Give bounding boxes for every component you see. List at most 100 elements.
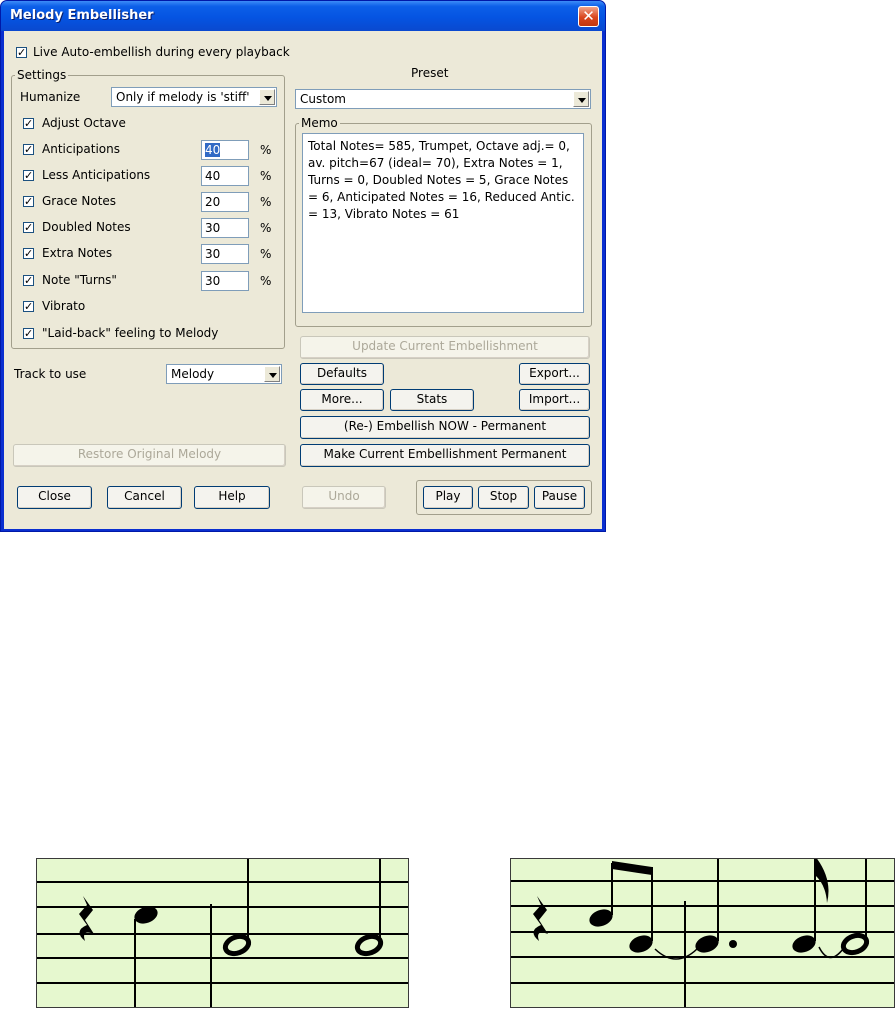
- reembellish-now-button[interactable]: (Re-) Embellish NOW - Permanent: [300, 416, 590, 439]
- settings-group-title: Settings: [15, 68, 69, 82]
- check-icon: ✓: [24, 274, 34, 287]
- live-auto-embellish-checkbox[interactable]: ✓: [16, 47, 27, 58]
- anticipations-unit: %: [260, 143, 272, 157]
- anticipations-input[interactable]: 40: [201, 140, 249, 160]
- extra-notes-unit: %: [260, 247, 272, 261]
- eighth-note-icon: [629, 935, 653, 953]
- stop-button[interactable]: Stop: [478, 486, 529, 509]
- make-permanent-button[interactable]: Make Current Embellishment Permanent: [300, 444, 590, 467]
- embellished-staff-notation: [511, 856, 894, 1007]
- anticipations-checkbox[interactable]: ✓: [23, 144, 34, 155]
- dialog-client-area: ✓ Live Auto-embellish during every playb…: [4, 31, 602, 529]
- doubled-notes-unit: %: [260, 221, 272, 235]
- pause-button[interactable]: Pause: [534, 486, 585, 509]
- check-icon: ✓: [24, 143, 34, 156]
- live-auto-embellish-label: Live Auto-embellish during every playbac…: [33, 45, 290, 59]
- grace-notes-checkbox[interactable]: ✓: [23, 196, 34, 207]
- grace-notes-input[interactable]: 20: [201, 192, 249, 212]
- grace-notes-label: Grace Notes: [42, 194, 117, 208]
- original-staff-notation: [37, 856, 408, 1007]
- laid-back-checkbox[interactable]: ✓: [23, 328, 34, 339]
- note-turns-label: Note "Turns": [42, 273, 117, 287]
- less-anticipations-input[interactable]: 40: [201, 166, 249, 186]
- check-icon: ✓: [24, 327, 34, 340]
- dotted-quarter-note-icon: [695, 935, 719, 953]
- check-icon: ✓: [24, 195, 34, 208]
- restore-original-melody-button[interactable]: Restore Original Melody: [13, 444, 286, 467]
- doubled-notes-value: 30: [205, 221, 221, 235]
- note-turns-unit: %: [260, 274, 272, 288]
- defaults-button[interactable]: Defaults: [300, 363, 384, 385]
- note-turns-input[interactable]: 30: [201, 271, 249, 291]
- track-to-use-dropdown[interactable]: Melody: [166, 364, 282, 384]
- chevron-down-icon[interactable]: [259, 89, 275, 105]
- help-button[interactable]: Help: [194, 486, 270, 509]
- stats-button[interactable]: Stats: [390, 389, 474, 411]
- check-icon: ✓: [17, 46, 27, 59]
- chevron-down-icon[interactable]: [573, 91, 589, 107]
- undo-button[interactable]: Undo: [302, 486, 386, 509]
- memo-group-title: Memo: [299, 116, 340, 130]
- embellished-melody-staff: [510, 856, 895, 1008]
- grace-notes-unit: %: [260, 195, 272, 209]
- more-button[interactable]: More...: [300, 389, 384, 411]
- extra-notes-input[interactable]: 30: [201, 244, 249, 264]
- less-anticipations-value: 40: [205, 169, 221, 183]
- humanize-label: Humanize: [20, 90, 81, 104]
- chevron-down-icon[interactable]: [264, 366, 280, 382]
- tie: [818, 946, 844, 959]
- cancel-button[interactable]: Cancel: [107, 486, 182, 509]
- original-melody-staff: [36, 856, 409, 1008]
- eighth-note-icon: [792, 935, 816, 953]
- preset-label: Preset: [411, 66, 449, 80]
- update-embellishment-button[interactable]: Update Current Embellishment: [300, 336, 590, 359]
- play-button[interactable]: Play: [423, 486, 473, 509]
- adjust-octave-label: Adjust Octave: [42, 116, 126, 130]
- memo-text-area[interactable]: Total Notes= 585, Trumpet, Octave adj.= …: [302, 133, 584, 313]
- memo-text: Total Notes= 585, Trumpet, Octave adj.= …: [308, 139, 575, 221]
- check-icon: ✓: [24, 117, 34, 130]
- track-to-use-label: Track to use: [14, 367, 87, 381]
- melody-embellisher-window: Melody Embellisher ✕ ✓ Live Auto-embelli…: [0, 0, 606, 532]
- preset-dropdown[interactable]: Custom: [295, 89, 591, 109]
- anticipations-value: 40: [205, 143, 221, 157]
- check-icon: ✓: [24, 300, 34, 313]
- half-note-icon: [354, 933, 384, 957]
- preset-value: Custom: [300, 92, 346, 106]
- note-turns-value: 30: [205, 274, 221, 288]
- extra-notes-label: Extra Notes: [42, 246, 113, 260]
- track-value: Melody: [171, 367, 215, 381]
- eighth-note-icon: [589, 909, 613, 927]
- window-title: Melody Embellisher: [10, 8, 154, 23]
- doubled-notes-label: Doubled Notes: [42, 220, 131, 234]
- title-bar[interactable]: Melody Embellisher ✕: [1, 1, 605, 31]
- beam: [612, 861, 652, 875]
- humanize-dropdown[interactable]: Only if melody is 'stiff': [111, 87, 277, 107]
- doubled-notes-input[interactable]: 30: [201, 218, 249, 238]
- half-note-icon: [840, 932, 870, 956]
- less-anticipations-unit: %: [260, 169, 272, 183]
- adjust-octave-checkbox[interactable]: ✓: [23, 118, 34, 129]
- anticipations-label: Anticipations: [42, 142, 120, 156]
- extra-notes-value: 30: [205, 247, 221, 261]
- grace-notes-value: 20: [205, 195, 221, 209]
- laid-back-label: "Laid-back" feeling to Melody: [42, 326, 219, 340]
- doubled-notes-checkbox[interactable]: ✓: [23, 222, 34, 233]
- vibrato-checkbox[interactable]: ✓: [23, 301, 34, 312]
- check-icon: ✓: [24, 169, 34, 182]
- import-button[interactable]: Import...: [519, 389, 590, 411]
- less-anticipations-checkbox[interactable]: ✓: [23, 170, 34, 181]
- close-button[interactable]: Close: [17, 486, 92, 509]
- note-turns-checkbox[interactable]: ✓: [23, 275, 34, 286]
- humanize-value: Only if melody is 'stiff': [116, 90, 250, 104]
- close-window-button[interactable]: ✕: [578, 6, 599, 27]
- check-icon: ✓: [24, 221, 34, 234]
- quarter-rest-icon: [533, 896, 548, 941]
- dot: [729, 940, 737, 948]
- export-button[interactable]: Export...: [519, 363, 590, 385]
- vibrato-label: Vibrato: [42, 299, 86, 313]
- staff-lines: [511, 880, 894, 984]
- check-icon: ✓: [24, 247, 34, 260]
- extra-notes-checkbox[interactable]: ✓: [23, 248, 34, 259]
- less-anticipations-label: Less Anticipations: [42, 168, 151, 182]
